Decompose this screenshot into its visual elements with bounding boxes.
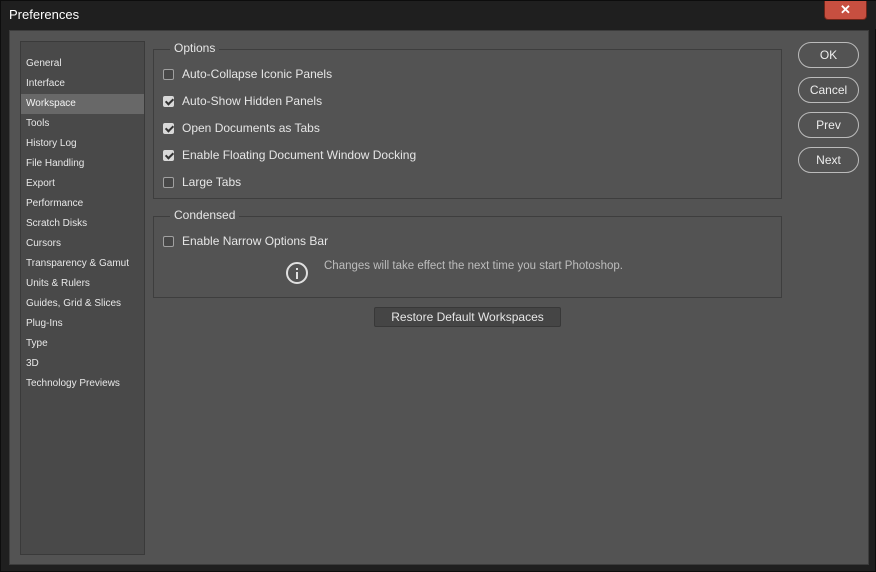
condensed-group-title: Condensed	[170, 208, 240, 222]
sidebar-item-scratch-disks[interactable]: Scratch Disks	[21, 214, 144, 234]
sidebar-item-cursors[interactable]: Cursors	[21, 234, 144, 254]
enable-floating-document-window-docking-checkbox[interactable]	[163, 149, 174, 161]
restore-default-workspaces-button[interactable]: Restore Default Workspaces	[374, 307, 561, 327]
auto-show-hidden-panels-label: Auto-Show Hidden Panels	[182, 94, 323, 108]
sidebar-item-tools[interactable]: Tools	[21, 114, 144, 134]
close-button[interactable]: ✕	[824, 1, 867, 20]
auto-show-hidden-panels-checkbox[interactable]	[163, 95, 174, 107]
dialog-body: General Interface Workspace Tools History Lo…	[9, 30, 869, 565]
large-tabs-option[interactable]: Large Tabs	[163, 173, 241, 191]
options-group: Options Auto-Collapse Iconic Panels Auto-…	[153, 41, 782, 199]
auto-collapse-iconic-panels-option[interactable]: Auto-Collapse Iconic Panels	[163, 65, 332, 83]
open-documents-as-tabs-option[interactable]: Open Documents as Tabs	[163, 119, 320, 137]
preferences-window: Preferences ✕ General Interface Workspace T…	[0, 0, 876, 572]
sidebar-item-general[interactable]: General	[21, 54, 144, 74]
sidebar-item-type[interactable]: Type	[21, 334, 144, 354]
condensed-group: Condensed Enable Narrow Options Bar Chan…	[153, 208, 782, 298]
sidebar-item-export[interactable]: Export	[21, 174, 144, 194]
sidebar-item-workspace[interactable]: Workspace	[21, 94, 144, 114]
sidebar-item-history-log[interactable]: History Log	[21, 134, 144, 154]
sidebar-item-transparency-gamut[interactable]: Transparency & Gamut	[21, 254, 144, 274]
next-button[interactable]: Next	[798, 147, 859, 173]
prev-button[interactable]: Prev	[798, 112, 859, 138]
ok-button[interactable]: OK	[798, 42, 859, 68]
info-icon	[286, 262, 308, 284]
auto-show-hidden-panels-option[interactable]: Auto-Show Hidden Panels	[163, 92, 322, 110]
sidebar-item-units-rulers[interactable]: Units & Rulers	[21, 274, 144, 294]
window-title: Preferences	[9, 7, 80, 22]
enable-floating-document-window-docking-option[interactable]: Enable Floating Document Window Docking	[163, 146, 416, 164]
category-sidebar: General Interface Workspace Tools History Lo…	[20, 41, 145, 555]
auto-collapse-iconic-panels-label: Auto-Collapse Iconic Panels	[182, 67, 333, 81]
narrow-options-bar-label: Enable Narrow Options Bar	[182, 234, 329, 248]
sidebar-item-technology-previews[interactable]: Technology Previews	[21, 374, 144, 394]
sidebar-item-guides-grid-slices[interactable]: Guides, Grid & Slices	[21, 294, 144, 314]
open-documents-as-tabs-label: Open Documents as Tabs	[182, 121, 320, 135]
narrow-options-bar-checkbox[interactable]	[163, 235, 174, 247]
auto-collapse-iconic-panels-checkbox[interactable]	[163, 68, 174, 80]
large-tabs-label: Large Tabs	[182, 175, 242, 189]
title-bar: Preferences ✕	[1, 1, 876, 29]
sidebar-item-interface[interactable]: Interface	[21, 74, 144, 94]
close-icon: ✕	[840, 2, 851, 17]
sidebar-item-performance[interactable]: Performance	[21, 194, 144, 214]
sidebar-item-file-handling[interactable]: File Handling	[21, 154, 144, 174]
open-documents-as-tabs-checkbox[interactable]	[163, 122, 174, 134]
info-message: Changes will take effect the next time y…	[324, 260, 623, 272]
large-tabs-checkbox[interactable]	[163, 176, 174, 188]
narrow-options-bar-option[interactable]: Enable Narrow Options Bar	[163, 232, 328, 250]
options-group-title: Options	[170, 41, 220, 55]
cancel-button[interactable]: Cancel	[798, 77, 859, 103]
sidebar-item-3d[interactable]: 3D	[21, 354, 144, 374]
sidebar-item-plug-ins[interactable]: Plug-Ins	[21, 314, 144, 334]
enable-floating-document-window-docking-label: Enable Floating Document Window Docking	[182, 148, 417, 162]
